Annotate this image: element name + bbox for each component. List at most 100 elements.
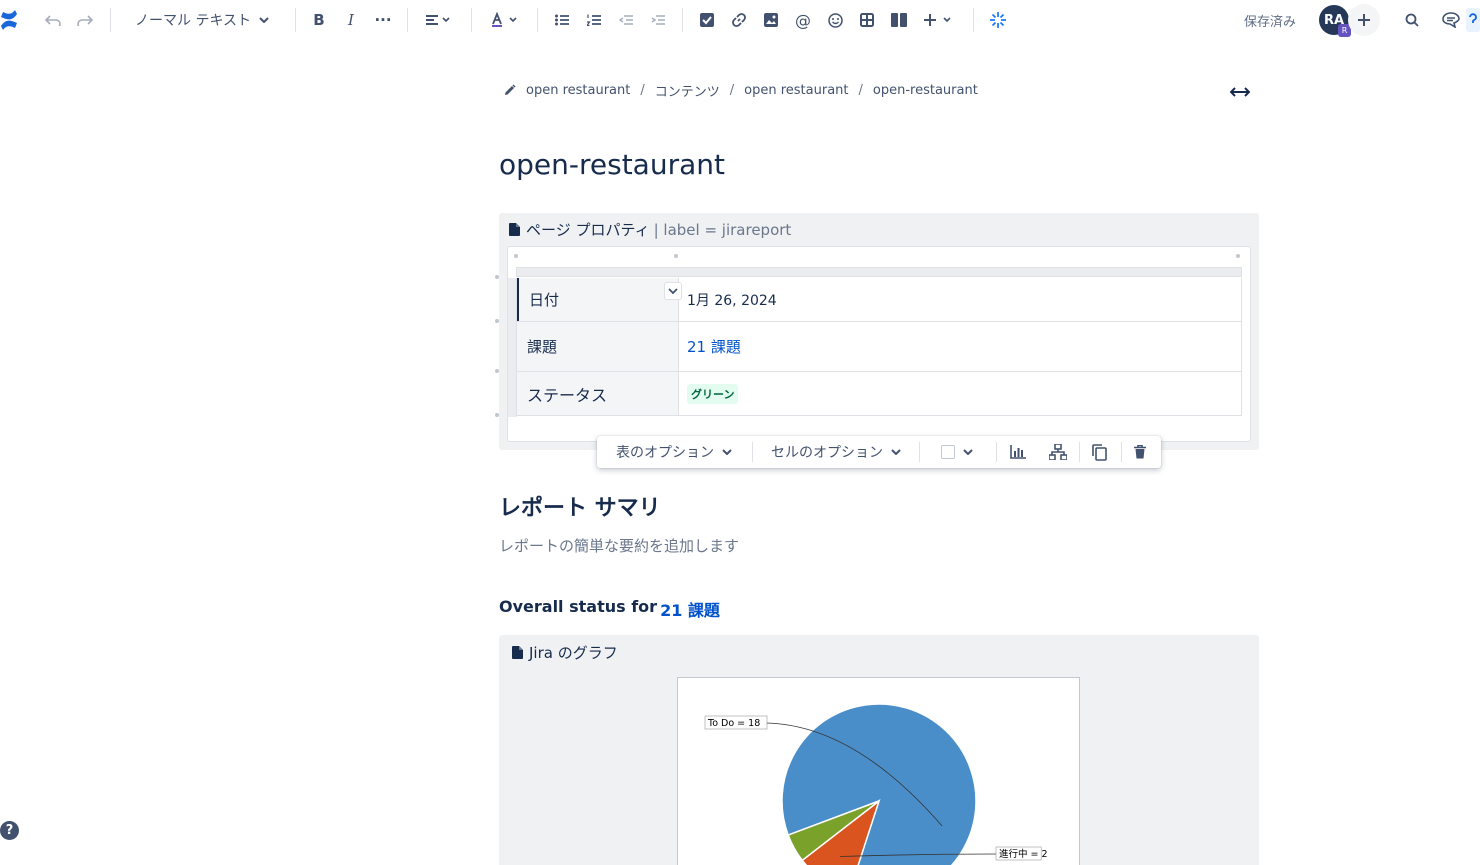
toolbar-divider bbox=[110, 8, 111, 32]
toolbar-divider bbox=[1079, 442, 1080, 462]
mention-icon[interactable]: @ bbox=[793, 8, 813, 32]
confluence-logo-icon[interactable] bbox=[0, 8, 18, 32]
alignment-icon[interactable] bbox=[422, 8, 454, 32]
toolbar-divider bbox=[973, 8, 974, 32]
bold-icon[interactable]: B bbox=[309, 8, 329, 32]
toolbar-divider bbox=[537, 8, 538, 32]
breadcrumb-separator: / bbox=[858, 82, 863, 98]
property-key-label: ステータス bbox=[527, 385, 608, 405]
breadcrumb-item[interactable]: open-restaurant bbox=[873, 83, 978, 98]
document-icon bbox=[512, 646, 523, 659]
image-icon[interactable] bbox=[761, 8, 781, 32]
toolbar-divider bbox=[295, 8, 296, 32]
breadcrumb-item[interactable]: open restaurant bbox=[744, 83, 848, 98]
overall-status-heading[interactable]: Overall status for 21 課題 bbox=[499, 597, 720, 621]
chevron-down-icon bbox=[259, 17, 269, 23]
table-options-dropdown[interactable]: 表のオプション bbox=[616, 436, 732, 468]
pie-chart: To Do = 18 進行中 = 2 bbox=[704, 703, 1048, 865]
toolbar-divider bbox=[407, 8, 408, 32]
chevron-down-icon bbox=[963, 449, 973, 455]
property-value[interactable]: グリーン bbox=[687, 372, 739, 415]
copy-icon[interactable] bbox=[1092, 436, 1107, 468]
comment-icon[interactable] bbox=[1441, 8, 1461, 32]
link-icon[interactable] bbox=[729, 8, 749, 32]
layout-icon[interactable] bbox=[889, 8, 909, 32]
help-panel-icon[interactable] bbox=[1466, 8, 1480, 32]
status-badge[interactable]: グリーン bbox=[687, 383, 739, 404]
delete-icon[interactable] bbox=[1134, 436, 1146, 468]
more-formatting-icon[interactable]: ··· bbox=[373, 8, 393, 32]
toolbar-divider bbox=[682, 8, 683, 32]
macro-title: ページ プロパティ bbox=[526, 221, 650, 239]
property-value[interactable]: 1月 26, 2024 bbox=[687, 278, 777, 321]
toolbar-divider bbox=[996, 442, 997, 462]
table-floating-toolbar: 表のオプション セルのオプション bbox=[597, 436, 1161, 468]
redo-icon[interactable] bbox=[75, 8, 95, 32]
page-title[interactable]: open-restaurant bbox=[499, 148, 725, 181]
chart-frame: To Do = 18 進行中 = 2 bbox=[677, 677, 1080, 865]
cell-options-label: セルのオプション bbox=[771, 445, 883, 461]
text-style-label: ノーマル テキスト bbox=[135, 13, 252, 29]
chevron-down-icon bbox=[668, 288, 678, 294]
table-icon[interactable] bbox=[857, 8, 877, 32]
indent-icon[interactable] bbox=[648, 8, 668, 32]
undo-icon[interactable] bbox=[43, 8, 63, 32]
breadcrumb: open restaurant / コンテンツ / open restauran… bbox=[504, 81, 978, 100]
breadcrumb-item[interactable]: open restaurant bbox=[526, 83, 630, 98]
resize-handle[interactable] bbox=[514, 254, 518, 258]
section-heading[interactable]: レポート サマリ bbox=[499, 490, 661, 522]
emoji-icon[interactable] bbox=[825, 8, 845, 32]
avatar-badge-label: R bbox=[1341, 26, 1348, 35]
full-width-toggle-icon[interactable] bbox=[1229, 83, 1251, 102]
help-icon[interactable]: ? bbox=[0, 821, 19, 840]
ai-sparkle-icon[interactable] bbox=[988, 8, 1008, 32]
table-options-label: 表のオプション bbox=[616, 445, 714, 461]
column-controls[interactable] bbox=[516, 267, 1242, 277]
invite-button[interactable] bbox=[1348, 4, 1380, 36]
jira-issues-link[interactable]: 21 課題 bbox=[660, 597, 720, 621]
breadcrumb-item[interactable]: コンテンツ bbox=[655, 81, 720, 100]
row-insert-handle[interactable] bbox=[495, 275, 499, 279]
search-icon[interactable] bbox=[1402, 8, 1422, 32]
cell-background-dropdown[interactable] bbox=[941, 436, 973, 468]
numbered-list-icon[interactable] bbox=[584, 8, 604, 32]
data-label: To Do = 18 bbox=[707, 718, 760, 729]
resize-handle[interactable] bbox=[674, 254, 678, 258]
plus-icon bbox=[1358, 14, 1370, 26]
breadcrumb-separator: / bbox=[640, 82, 645, 98]
cell-options-dropdown[interactable]: セルのオプション bbox=[771, 436, 901, 468]
toolbar-divider bbox=[471, 8, 472, 32]
row-insert-handle[interactable] bbox=[495, 369, 499, 373]
edit-pencil-icon bbox=[505, 84, 516, 95]
row-insert-handle[interactable] bbox=[495, 413, 499, 417]
summary-placeholder[interactable]: レポートの簡単な要約を追加します bbox=[499, 535, 739, 556]
chart-icon[interactable] bbox=[1010, 436, 1026, 468]
macro-params: | label = jirareport bbox=[653, 220, 792, 239]
jira-chart-macro[interactable]: Jira のグラフ To Do = 18 進行中 = 2 bbox=[499, 635, 1259, 865]
property-key[interactable]: ステータス bbox=[517, 372, 679, 415]
action-item-icon[interactable] bbox=[697, 8, 717, 32]
color-swatch bbox=[941, 445, 955, 459]
hierarchy-icon[interactable] bbox=[1049, 436, 1067, 468]
property-key-label: 日付 bbox=[529, 291, 560, 309]
cell-options-button[interactable] bbox=[664, 282, 682, 300]
property-key[interactable]: 日付 bbox=[517, 278, 679, 321]
macro-header: Jira のグラフ bbox=[512, 642, 618, 663]
editor-toolbar: ノーマル テキスト B I ··· @ 保存済み RA R bbox=[0, 0, 1480, 40]
property-key-label: 課題 bbox=[527, 338, 558, 356]
italic-icon[interactable]: I bbox=[341, 8, 361, 32]
chevron-down-icon bbox=[891, 449, 901, 455]
jira-issues-link[interactable]: 21 課題 bbox=[687, 322, 741, 371]
property-key[interactable]: 課題 bbox=[517, 322, 679, 371]
table-row: 課題 21 課題 bbox=[516, 322, 1242, 372]
toolbar-divider bbox=[752, 442, 753, 462]
resize-handle[interactable] bbox=[1236, 254, 1240, 258]
macro-body: 日付 1月 26, 2024 課題 21 課題 ステータス グリーン bbox=[507, 246, 1251, 442]
text-color-icon[interactable] bbox=[488, 8, 520, 32]
outdent-icon[interactable] bbox=[616, 8, 636, 32]
bullet-list-icon[interactable] bbox=[552, 8, 572, 32]
text-style-dropdown[interactable]: ノーマル テキスト bbox=[135, 8, 275, 32]
page-properties-macro[interactable]: ページ プロパティ | label = jirareport 日付 1月 26,… bbox=[499, 213, 1259, 450]
insert-menu-icon[interactable] bbox=[922, 8, 954, 32]
row-insert-handle[interactable] bbox=[495, 319, 499, 323]
